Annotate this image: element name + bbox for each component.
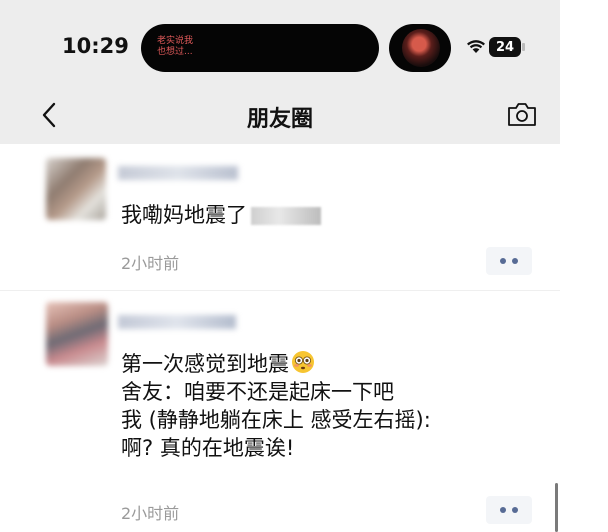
wifi-icon [467,40,485,53]
post-text-line: 我 (静静地躺在床上 感受左右摇): [121,408,431,432]
username-redacted[interactable] [118,315,236,329]
post-time: 2小时前 [121,504,180,523]
more-actions-button[interactable] [486,496,532,524]
username-redacted[interactable] [118,166,238,180]
avatar[interactable] [46,302,108,366]
album-art [402,29,440,67]
battery-tip [522,43,525,51]
island-text-line-2: 也想过... [157,47,193,57]
battery-indicator: 24 [489,37,521,57]
post-text-line: 舍友：咱要不还是起床一下吧 [121,380,394,404]
redacted-block [251,207,321,225]
post-content: 我嘞妈地震了 [121,201,321,229]
flushed-face-emoji [292,351,314,373]
post-text-line: 第一次感觉到地震 [121,350,431,378]
right-margin [560,0,608,532]
island-lyric-text: 老实说我 也想过... [157,36,217,58]
camera-icon[interactable] [506,100,538,128]
post-text-line: 我嘞妈地震了 [121,201,321,229]
page-title: 朋友圈 [246,107,313,132]
scrollbar[interactable] [555,483,558,532]
status-time: 10:29 [62,34,129,58]
post-content: 第一次感觉到地震 舍友：咱要不还是起床一下吧 我 (静静地躺在床上 感受左右摇)… [121,350,431,462]
battery-level: 24 [495,39,515,55]
post-time: 2小时前 [121,254,180,273]
post-text-line: 啊? 真的在地震诶! [121,436,295,460]
more-actions-button[interactable] [486,247,532,275]
post-divider [0,290,560,291]
avatar[interactable] [46,158,106,220]
island-text-line-1: 老实说我 [157,36,194,46]
